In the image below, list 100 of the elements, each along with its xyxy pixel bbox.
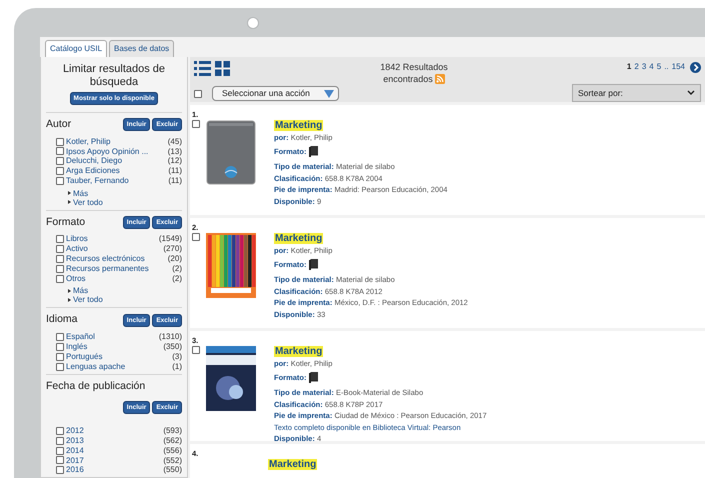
result-count: 1842 Resultados bbox=[379, 61, 449, 73]
facet-option[interactable]: Otros bbox=[66, 274, 172, 284]
chevron-down-icon bbox=[687, 90, 695, 96]
book-icon bbox=[308, 146, 318, 157]
facet-link[interactable]: Más bbox=[73, 286, 88, 296]
facet-count: (270) bbox=[163, 244, 182, 254]
checkbox[interactable] bbox=[56, 235, 64, 244]
facet-option[interactable]: Ipsos Apoyo Opinión ... bbox=[66, 146, 168, 156]
facet-count: (12) bbox=[168, 156, 182, 166]
facet-title: Autor bbox=[46, 117, 72, 132]
facet-option[interactable]: Portugués bbox=[66, 352, 172, 362]
book-cover-image bbox=[206, 120, 256, 186]
page-link[interactable]: 5 bbox=[656, 61, 662, 73]
facet-option[interactable]: Tauber, Fernando bbox=[66, 176, 168, 186]
sort-select[interactable]: Sortear por: bbox=[572, 84, 701, 102]
facet-option[interactable]: Activo bbox=[66, 244, 164, 254]
facet-count: (11) bbox=[168, 166, 182, 176]
checkbox[interactable] bbox=[56, 138, 64, 146]
facet-count: (45) bbox=[168, 136, 182, 147]
facet-count: (1549) bbox=[158, 234, 182, 244]
facet-count: (593) bbox=[163, 426, 182, 436]
facet-option[interactable]: Delucchi, Diego bbox=[66, 156, 168, 166]
checkbox[interactable] bbox=[56, 176, 64, 185]
result-title[interactable]: Marketing bbox=[274, 120, 324, 132]
page-link[interactable]: .. bbox=[664, 61, 669, 73]
checkbox[interactable] bbox=[56, 274, 64, 283]
sidebar-title: Limitar resultados de búsqueda bbox=[62, 63, 166, 89]
facet-count: (1310) bbox=[158, 332, 182, 342]
facet-count: (350) bbox=[163, 342, 182, 352]
grid-view-icon[interactable] bbox=[215, 61, 230, 76]
facet-option[interactable]: 2012 bbox=[66, 426, 164, 436]
checkbox[interactable] bbox=[56, 456, 64, 464]
facet-count: (1) bbox=[172, 362, 182, 372]
facet-option[interactable]: Lenguas apache bbox=[66, 362, 172, 372]
chevron-right-icon bbox=[692, 64, 698, 70]
page-link[interactable]: 154 bbox=[672, 61, 685, 73]
checkbox[interactable] bbox=[192, 233, 200, 242]
checkbox[interactable] bbox=[56, 254, 64, 263]
action-select[interactable]: Seleccionar una acción bbox=[212, 86, 339, 101]
checkbox[interactable] bbox=[56, 147, 64, 156]
facet-title: Idioma bbox=[46, 312, 78, 328]
facet-option[interactable]: Español bbox=[66, 332, 159, 342]
result-title[interactable]: Marketing bbox=[268, 459, 318, 470]
facet-option[interactable]: Libros bbox=[66, 234, 159, 244]
facet-count: (2) bbox=[172, 264, 182, 274]
book-icon bbox=[308, 372, 318, 383]
checkbox[interactable] bbox=[56, 466, 64, 474]
result-title[interactable]: Marketing bbox=[274, 233, 324, 244]
facet-title: Fecha de publicación bbox=[46, 379, 146, 394]
checkbox[interactable] bbox=[56, 446, 64, 455]
facet-link[interactable]: Ver todo bbox=[73, 295, 103, 304]
facet-option[interactable]: Inglés bbox=[66, 342, 164, 352]
page-link[interactable]: 3 bbox=[642, 61, 646, 73]
result-title[interactable]: Marketing bbox=[274, 346, 324, 358]
facet-count: (20) bbox=[168, 254, 182, 264]
facet-option[interactable]: 2014 bbox=[66, 446, 164, 456]
dropdown-arrow-icon bbox=[324, 90, 334, 98]
facet-option[interactable]: Arga Ediciones bbox=[66, 166, 168, 176]
checkbox[interactable] bbox=[56, 427, 64, 436]
facet-option[interactable]: Kotler, Philip bbox=[66, 136, 168, 147]
facet-option[interactable]: 2016 bbox=[66, 465, 164, 476]
facet-count: (3) bbox=[172, 352, 182, 362]
page-link[interactable]: 1 bbox=[626, 61, 632, 73]
facet-count: (562) bbox=[163, 436, 182, 446]
checkbox[interactable] bbox=[56, 352, 64, 361]
checkbox[interactable] bbox=[56, 167, 64, 176]
checkbox[interactable] bbox=[192, 120, 200, 128]
facet-link[interactable]: Más bbox=[73, 188, 88, 198]
facet-count: (13) bbox=[168, 146, 182, 156]
facet-title: Formato bbox=[46, 214, 86, 230]
facet-count: (550) bbox=[163, 465, 182, 476]
checkbox[interactable] bbox=[56, 264, 64, 273]
page-link[interactable]: 4 bbox=[649, 61, 654, 73]
facet-option[interactable]: 2013 bbox=[66, 436, 164, 446]
facet-count: (11) bbox=[168, 176, 182, 186]
facet-count: (552) bbox=[163, 456, 182, 466]
checkbox[interactable] bbox=[56, 436, 64, 445]
page-link[interactable]: 2 bbox=[634, 61, 639, 73]
tab[interactable]: Catálogo USIL bbox=[45, 40, 108, 57]
facet-link[interactable]: Ver todo bbox=[73, 198, 103, 207]
checkbox[interactable] bbox=[56, 157, 64, 166]
facet-option[interactable]: Recursos permanentes bbox=[66, 264, 172, 274]
book-cover-image bbox=[206, 346, 256, 412]
facet-count: (2) bbox=[172, 274, 182, 284]
facet-option[interactable]: 2017 bbox=[66, 456, 164, 466]
checkbox[interactable] bbox=[56, 342, 64, 351]
camera-dot bbox=[247, 16, 259, 28]
checkbox[interactable] bbox=[56, 245, 64, 254]
book-cover-image bbox=[206, 233, 256, 298]
tab[interactable]: Bases de datos bbox=[109, 40, 174, 57]
book-icon bbox=[308, 259, 318, 270]
next-page-button[interactable] bbox=[690, 62, 701, 72]
result-count: encontrados bbox=[383, 73, 433, 85]
facet-option[interactable]: Recursos electrónicos bbox=[66, 254, 168, 264]
checkbox[interactable] bbox=[56, 333, 64, 342]
list-view-icon[interactable] bbox=[194, 61, 211, 76]
checkbox[interactable] bbox=[192, 346, 200, 354]
checkbox[interactable] bbox=[194, 90, 202, 98]
checkbox[interactable] bbox=[56, 362, 64, 370]
facet-count: (556) bbox=[163, 446, 182, 456]
